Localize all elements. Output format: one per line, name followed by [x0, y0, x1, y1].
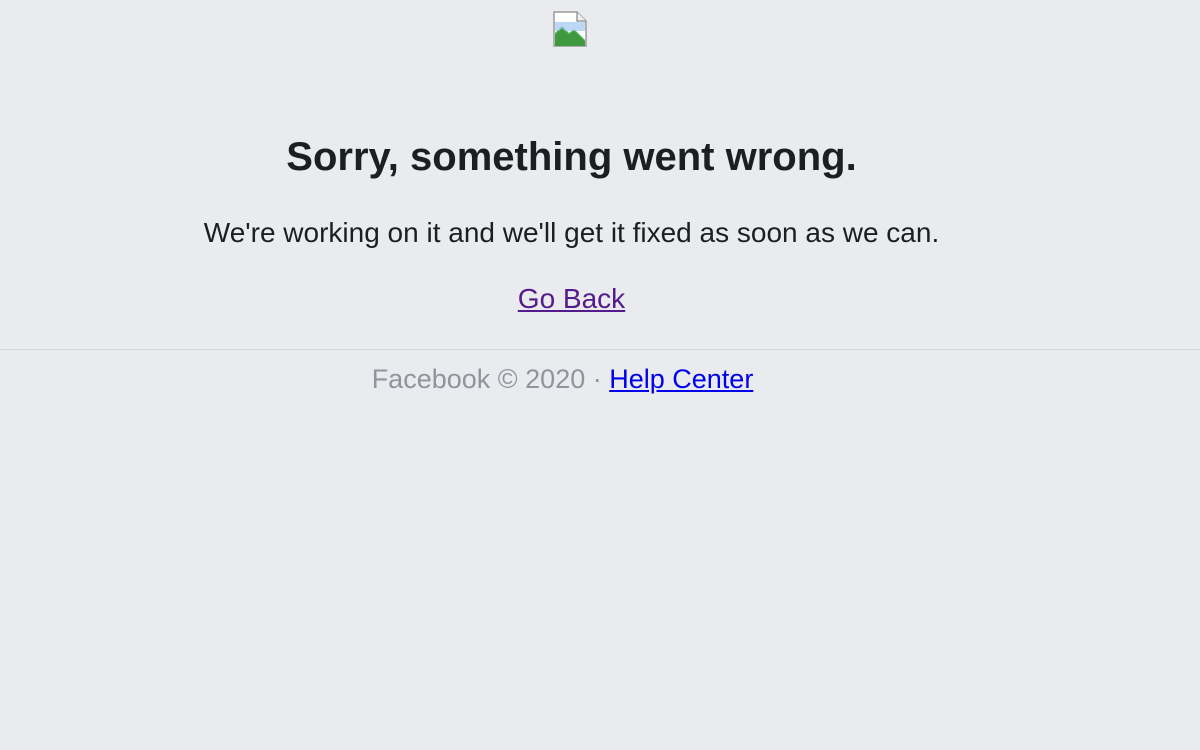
go-back-link[interactable]: Go Back: [518, 283, 625, 314]
error-page: Sorry, something went wrong. We're worki…: [0, 0, 1200, 750]
error-title: Sorry, something went wrong.: [286, 135, 857, 179]
error-message: We're working on it and we'll get it fix…: [203, 217, 940, 248]
help-center-link[interactable]: Help Center: [609, 364, 753, 394]
footer: Facebook © 2020 · Help Center: [0, 362, 1125, 396]
footer-separator: ·: [585, 364, 610, 394]
copyright-text: Facebook © 2020: [371, 364, 586, 394]
broken-image-icon: [553, 11, 587, 47]
go-back-container: Go Back: [0, 281, 1143, 317]
footer-divider: [0, 349, 1200, 350]
